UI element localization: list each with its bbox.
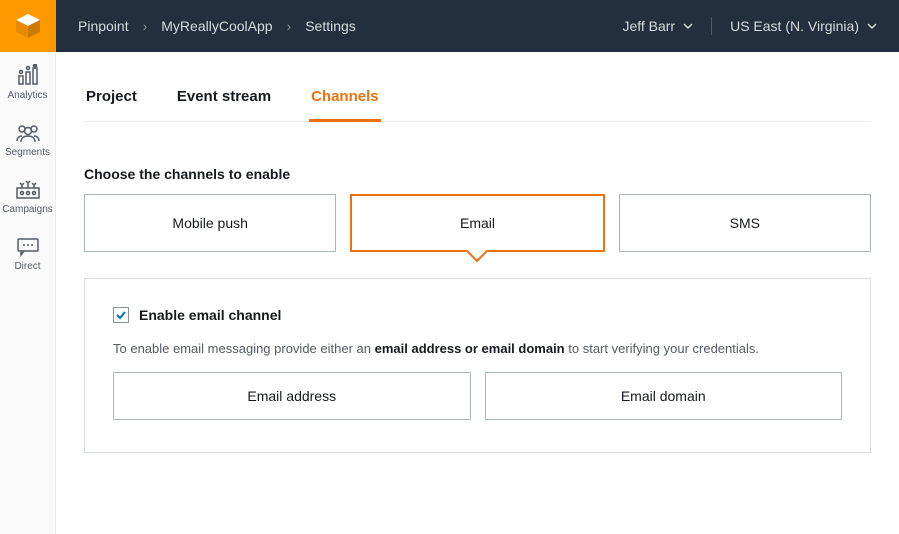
chevron-right-icon: › <box>143 18 148 34</box>
tab-channels[interactable]: Channels <box>309 76 381 122</box>
sidebar-item-label: Campaigns <box>2 204 53 215</box>
chevron-right-icon: › <box>287 18 292 34</box>
topbar: Pinpoint › MyReallyCoolApp › Settings Je… <box>56 0 899 52</box>
email-channel-panel: Enable email channel To enable email mes… <box>84 278 871 453</box>
analytics-icon <box>16 64 40 86</box>
cube-icon <box>13 11 43 41</box>
direct-icon <box>16 237 40 257</box>
aws-logo[interactable] <box>0 0 56 52</box>
channel-selector: Mobile push Email SMS <box>84 194 871 252</box>
sidebar-item-label: Direct <box>14 261 40 272</box>
segments-icon <box>15 123 41 143</box>
breadcrumb: Pinpoint › MyReallyCoolApp › Settings <box>78 18 622 34</box>
chevron-down-icon <box>867 21 877 31</box>
divider <box>711 17 712 35</box>
region-name: US East (N. Virginia) <box>730 18 859 34</box>
breadcrumb-settings[interactable]: Settings <box>305 18 356 34</box>
sidebar-item-segments[interactable]: Segments <box>0 111 56 168</box>
campaigns-icon <box>15 180 41 200</box>
channel-mobile-push[interactable]: Mobile push <box>84 194 336 252</box>
user-name: Jeff Barr <box>622 18 675 34</box>
verify-email-address-button[interactable]: Email address <box>113 372 471 420</box>
sidebar-item-direct[interactable]: Direct <box>0 225 56 282</box>
left-nav-rail: Analytics Segments Campaigns <box>0 0 56 534</box>
settings-tabs: Project Event stream Channels <box>84 76 871 122</box>
channel-email[interactable]: Email <box>350 194 604 252</box>
section-heading: Choose the channels to enable <box>84 166 871 182</box>
verify-email-domain-button[interactable]: Email domain <box>485 372 843 420</box>
user-menu[interactable]: Jeff Barr <box>622 18 693 34</box>
enable-email-checkbox[interactable] <box>113 307 129 323</box>
region-menu[interactable]: US East (N. Virginia) <box>730 18 877 34</box>
sidebar-item-analytics[interactable]: Analytics <box>0 52 56 111</box>
breadcrumb-pinpoint[interactable]: Pinpoint <box>78 18 129 34</box>
chevron-down-icon <box>683 21 693 31</box>
breadcrumb-app[interactable]: MyReallyCoolApp <box>161 18 272 34</box>
channel-sms[interactable]: SMS <box>619 194 871 252</box>
sidebar-item-campaigns[interactable]: Campaigns <box>0 168 56 225</box>
sidebar-item-label: Segments <box>5 147 50 158</box>
tab-event-stream[interactable]: Event stream <box>175 76 273 122</box>
sidebar-item-label: Analytics <box>7 90 47 101</box>
checkmark-icon <box>115 309 127 321</box>
helper-text: To enable email messaging provide either… <box>113 341 842 356</box>
enable-email-label: Enable email channel <box>139 307 281 323</box>
tab-project[interactable]: Project <box>84 76 139 122</box>
